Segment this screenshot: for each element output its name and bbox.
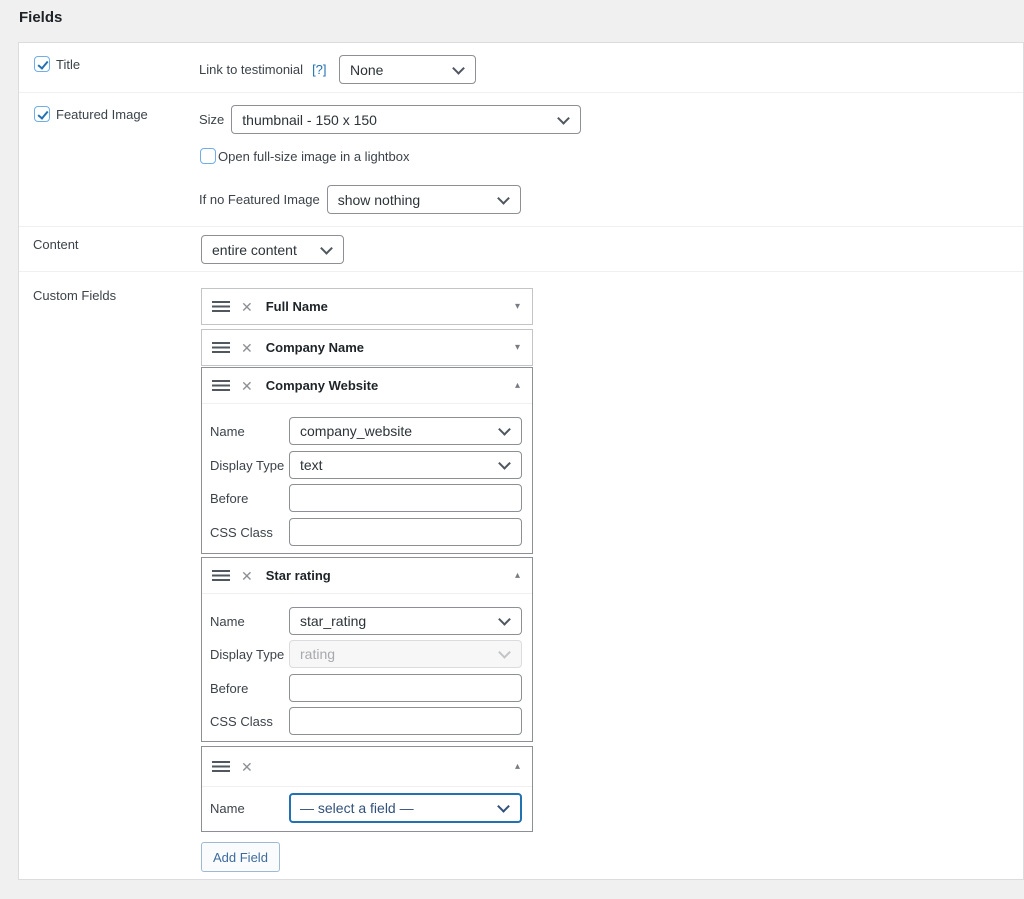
before-input[interactable] — [289, 674, 522, 702]
before-field-row: Before — [210, 484, 526, 512]
name-select[interactable]: company_website — [289, 417, 522, 445]
display-type-select-disabled: rating — [289, 640, 522, 668]
before-label: Before — [210, 681, 289, 696]
drag-handle-icon[interactable] — [212, 570, 230, 581]
featured-image-checkbox-label: Featured Image — [56, 107, 148, 122]
display-type-field-row: Display Type text — [210, 451, 526, 479]
collapse-arrow-icon[interactable]: ▴ — [515, 381, 520, 391]
css-class-input[interactable] — [289, 707, 522, 735]
card-header[interactable]: ✕ Full Name ▾ — [202, 289, 532, 324]
display-type-select-value: text — [300, 457, 323, 473]
title-row-left: Title — [34, 56, 80, 72]
display-type-field-row: Display Type rating — [210, 640, 526, 668]
expand-arrow-icon[interactable]: ▾ — [515, 302, 520, 312]
name-select-value: star_rating — [300, 613, 366, 629]
css-class-label: CSS Class — [210, 714, 289, 729]
chevron-down-icon — [498, 423, 511, 436]
add-field-button[interactable]: Add Field — [201, 842, 280, 872]
css-class-input[interactable] — [289, 518, 522, 546]
add-field-button-label: Add Field — [213, 850, 268, 865]
display-type-select-value: rating — [300, 646, 335, 662]
remove-field-icon[interactable]: ✕ — [241, 341, 253, 355]
drag-handle-icon[interactable] — [212, 301, 230, 312]
css-class-field-row: CSS Class — [210, 707, 526, 735]
title-checkbox[interactable] — [34, 56, 50, 72]
custom-field-card-new: ✕ ▴ Name — select a field — — [201, 746, 533, 832]
custom-field-card-company-name: ✕ Company Name ▾ — [201, 329, 533, 366]
before-field-row: Before — [210, 674, 526, 702]
content-label: Content — [33, 237, 79, 252]
css-class-field-row: CSS Class — [210, 518, 526, 546]
name-field-row: Name — select a field — — [210, 793, 526, 823]
card-header[interactable]: ✕ Company Name ▾ — [202, 330, 532, 365]
card-title: Full Name — [266, 299, 328, 314]
display-type-select[interactable]: text — [289, 451, 522, 479]
card-title: Company Name — [266, 340, 364, 355]
remove-field-icon[interactable]: ✕ — [241, 300, 253, 314]
display-type-label: Display Type — [210, 458, 289, 473]
display-type-label: Display Type — [210, 647, 289, 662]
chevron-down-icon — [498, 646, 511, 659]
name-select-value: — select a field — — [300, 800, 414, 816]
chevron-down-icon — [498, 613, 511, 626]
name-label: Name — [210, 424, 289, 439]
card-header[interactable]: ✕ ▴ — [202, 747, 532, 787]
fields-settings-page: Fields Title Link to testimonial [?] Non… — [0, 0, 1024, 899]
custom-field-card-full-name: ✕ Full Name ▾ — [201, 288, 533, 325]
card-header[interactable]: ✕ Star rating ▴ — [202, 558, 532, 594]
drag-handle-icon[interactable] — [212, 761, 230, 772]
custom-fields-list: ✕ Full Name ▾ ✕ Company Name ▾ ✕ — [201, 43, 533, 879]
before-label: Before — [210, 491, 289, 506]
name-label: Name — [210, 614, 289, 629]
before-input[interactable] — [289, 484, 522, 512]
name-field-row: Name company_website — [210, 417, 526, 445]
remove-field-icon[interactable]: ✕ — [241, 379, 253, 393]
custom-field-card-company-website: ✕ Company Website ▴ Name company_website… — [201, 367, 533, 554]
drag-handle-icon[interactable] — [212, 380, 230, 391]
fields-panel: Title Link to testimonial [?] None Featu… — [18, 42, 1024, 880]
drag-handle-icon[interactable] — [212, 342, 230, 353]
expand-arrow-icon[interactable]: ▾ — [515, 343, 520, 353]
chevron-down-icon — [557, 112, 570, 125]
title-checkbox-label: Title — [56, 57, 80, 72]
name-select-value: company_website — [300, 423, 412, 439]
collapse-arrow-icon[interactable]: ▴ — [515, 571, 520, 581]
remove-field-icon[interactable]: ✕ — [241, 760, 253, 774]
custom-field-card-star-rating: ✕ Star rating ▴ Name star_rating Display… — [201, 557, 533, 742]
card-title: Company Website — [266, 378, 378, 393]
css-class-label: CSS Class — [210, 525, 289, 540]
chevron-down-icon — [497, 800, 510, 813]
page-title: Fields — [19, 9, 62, 26]
remove-field-icon[interactable]: ✕ — [241, 569, 253, 583]
featured-image-checkbox[interactable] — [34, 106, 50, 122]
collapse-arrow-icon[interactable]: ▴ — [515, 762, 520, 772]
name-select-focused[interactable]: — select a field — — [289, 793, 522, 823]
card-title: Star rating — [266, 568, 331, 583]
name-select[interactable]: star_rating — [289, 607, 522, 635]
custom-fields-label: Custom Fields — [33, 288, 116, 303]
chevron-down-icon — [498, 457, 511, 470]
name-label: Name — [210, 801, 289, 816]
featured-image-row-left: Featured Image — [34, 106, 148, 122]
name-field-row: Name star_rating — [210, 607, 526, 635]
card-header[interactable]: ✕ Company Website ▴ — [202, 368, 532, 404]
